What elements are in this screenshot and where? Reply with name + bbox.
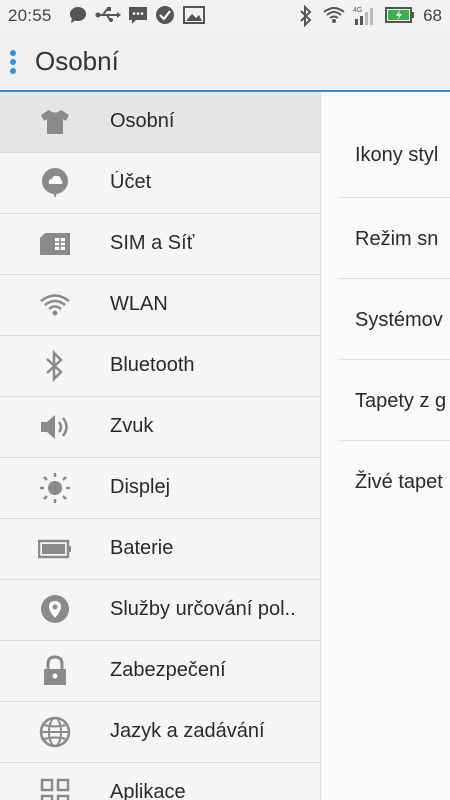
sidebar-item-label: Služby určování pol..	[110, 598, 296, 620]
bluetooth-icon	[38, 350, 72, 382]
message-icon	[129, 7, 147, 24]
detail-item-label: Režim sn	[355, 228, 439, 250]
sidebar-item-aplikace[interactable]: Aplikace	[0, 763, 320, 800]
detail-item-ikony-styl[interactable]: Ikony styl	[338, 92, 450, 198]
sidebar-item-bluetooth[interactable]: Bluetooth	[0, 336, 320, 397]
chat-notification-icon	[70, 7, 86, 23]
detail-item-label: Tapety z g	[355, 390, 447, 412]
detail-pane: Ikony styl Režim sn Systémov Tapety z g …	[321, 92, 450, 800]
bluetooth-status-icon	[300, 5, 312, 27]
sidebar-item-label: Bluetooth	[110, 354, 195, 376]
sidebar-item-ucet[interactable]: Účet	[0, 153, 320, 214]
apps-grid-icon	[38, 777, 72, 800]
sidebar-item-label: Zvuk	[110, 415, 154, 437]
brightness-icon	[38, 472, 72, 504]
header-bar: Osobní	[0, 32, 450, 92]
sidebar-item-label: Účet	[110, 171, 152, 193]
battery-level-text: 68	[423, 6, 442, 25]
detail-item-systemove[interactable]: Systémov	[338, 279, 450, 360]
sidebar-item-label: SIM a Síť	[110, 232, 195, 254]
detail-item-tapety[interactable]: Tapety z g	[338, 360, 450, 441]
wifi-icon	[38, 289, 72, 321]
sidebar-item-label: Aplikace	[110, 781, 186, 800]
svg-text:4G: 4G	[353, 7, 362, 14]
settings-category-list: Osobní Účet SIM a Síť WLAN Bluetooth Zvu…	[0, 92, 321, 800]
shirt-icon	[38, 106, 72, 138]
cell-signal-icon: 4G	[353, 7, 373, 25]
sidebar-item-jazyk[interactable]: Jazyk a zadávání	[0, 702, 320, 763]
account-cloud-icon	[38, 167, 72, 199]
lock-icon	[38, 655, 72, 687]
detail-item-label: Systémov	[355, 309, 443, 331]
sidebar-item-label: Jazyk a zadávání	[110, 720, 265, 742]
sidebar-item-location[interactable]: Služby určování pol..	[0, 580, 320, 641]
globe-icon	[38, 716, 72, 748]
sidebar-item-label: Displej	[110, 476, 171, 498]
wifi-status-icon	[323, 7, 345, 23]
sidebar-item-label: WLAN	[110, 293, 168, 315]
sim-card-icon	[38, 228, 72, 260]
sidebar-item-zabezpeceni[interactable]: Zabezpečení	[0, 641, 320, 702]
sidebar-item-osobni[interactable]: Osobní	[0, 92, 320, 153]
sidebar-item-zvuk[interactable]: Zvuk	[0, 397, 320, 458]
sidebar-item-label: Baterie	[110, 537, 174, 559]
sidebar-item-sim[interactable]: SIM a Síť	[0, 214, 320, 275]
status-time: 20:55	[8, 6, 52, 25]
detail-item-label: Ikony styl	[355, 144, 439, 166]
sidebar-item-baterie[interactable]: Baterie	[0, 519, 320, 580]
detail-item-zive-tapety[interactable]: Živé tapet	[338, 441, 450, 521]
battery-status-icon	[385, 7, 414, 23]
menu-dots-icon[interactable]	[10, 50, 18, 74]
status-bar: 20:55 4G 68	[0, 0, 450, 32]
location-pin-icon	[38, 594, 72, 626]
sidebar-item-wlan[interactable]: WLAN	[0, 275, 320, 336]
detail-item-label: Živé tapet	[355, 471, 443, 493]
check-circle-icon	[156, 6, 174, 24]
page-title: Osobní	[35, 46, 119, 76]
speaker-icon	[38, 411, 72, 443]
detail-item-rezim[interactable]: Režim sn	[338, 198, 450, 279]
image-icon	[183, 6, 205, 24]
sidebar-item-label: Osobní	[110, 110, 175, 132]
sidebar-item-displej[interactable]: Displej	[0, 458, 320, 519]
sidebar-item-label: Zabezpečení	[110, 659, 226, 681]
usb-icon	[95, 7, 121, 22]
battery-icon	[38, 533, 72, 565]
